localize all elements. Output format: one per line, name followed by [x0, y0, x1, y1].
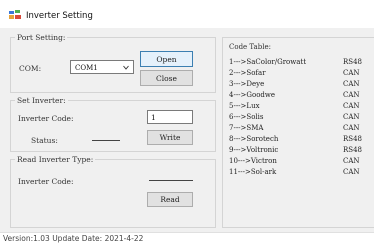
read-button[interactable]: Read: [147, 192, 193, 207]
code-table-protocol: CAN: [343, 69, 360, 77]
set-inverter-label: Set Inverter:: [15, 96, 68, 105]
code-table-protocol: RS48: [343, 135, 362, 143]
com-port-value: COM1: [75, 64, 98, 72]
read-inverter-code-label: Inverter Code:: [18, 177, 74, 186]
write-button[interactable]: Write: [147, 130, 193, 145]
code-table-protocol: RS48: [343, 146, 362, 154]
inverter-code-input[interactable]: 1: [147, 110, 193, 124]
inverter-code-label: Inverter Code:: [18, 114, 74, 123]
code-table-row: 10--->Victron: [229, 157, 277, 165]
port-setting-label: Port Setting:: [15, 33, 68, 42]
inverter-code-value: 1: [151, 113, 156, 122]
chevron-down-icon: [123, 65, 129, 70]
read-inverter-label: Read Inverter Type:: [15, 155, 96, 164]
window-client-area: Port Setting: COM: COM1 Open Close Set I…: [0, 28, 374, 232]
code-table-row: 4--->Goodwe: [229, 91, 276, 99]
code-table-protocol: CAN: [343, 80, 360, 88]
code-table-row: 7--->SMA: [229, 124, 264, 132]
code-table-row: 9--->Voltronic: [229, 146, 279, 154]
title-bar: Inverter Setting: [0, 0, 374, 28]
code-table-protocol: CAN: [343, 168, 360, 176]
status-bar: Version:1.03 Update Date: 2021-4-22: [0, 232, 374, 244]
close-button[interactable]: Close: [140, 70, 193, 86]
open-button[interactable]: Open: [140, 51, 193, 67]
code-table-row: 8--->Sorotech: [229, 135, 279, 143]
code-table-protocol: CAN: [343, 113, 360, 121]
code-table-row: 1--->SaColor/Growatt: [229, 58, 307, 66]
status-divider: [92, 140, 120, 141]
code-table-protocol: CAN: [343, 102, 360, 110]
window-title: Inverter Setting: [26, 11, 93, 21]
com-port-select[interactable]: COM1: [70, 60, 134, 74]
version-info: Version:1.03 Update Date: 2021-4-22: [3, 234, 144, 243]
com-label: COM:: [19, 64, 42, 73]
code-table-row: 5--->Lux: [229, 102, 260, 110]
code-table-row: 2--->Sofar: [229, 69, 266, 77]
app-icon: [9, 10, 21, 19]
code-table-row: 11--->Sol-ark: [229, 168, 277, 176]
code-table-protocol: CAN: [343, 157, 360, 165]
code-table-protocol: RS48: [343, 58, 362, 66]
code-table-protocol: CAN: [343, 91, 360, 99]
status-label: Status:: [31, 136, 58, 145]
code-table-label: Code Table:: [229, 43, 271, 51]
code-table-protocol: CAN: [343, 124, 360, 132]
code-table-row: 3--->Deye: [229, 80, 265, 88]
read-code-divider: [149, 180, 193, 181]
code-table-row: 6--->Solis: [229, 113, 264, 121]
